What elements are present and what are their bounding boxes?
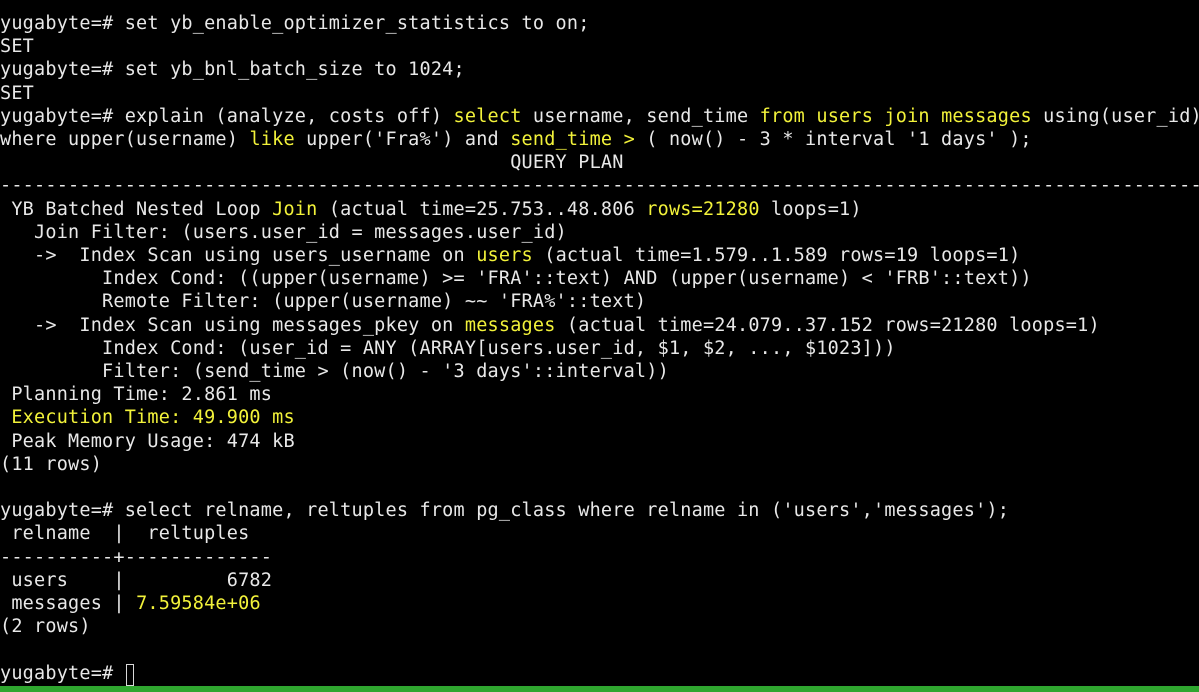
terminal-line: yugabyte=# set yb_enable_optimizer_stati… bbox=[0, 12, 590, 35]
terminal-text: SET bbox=[0, 82, 35, 104]
terminal-text: (actual time=25.753..48.806 bbox=[317, 198, 647, 220]
terminal-line: YB Batched Nested Loop Join (actual time… bbox=[0, 198, 862, 221]
terminal-text: loops=1) bbox=[759, 198, 862, 220]
terminal-text: -> Index Scan using users_username on bbox=[0, 245, 477, 266]
terminal-text: relname | reltuples bbox=[0, 523, 250, 545]
highlighted-text: users bbox=[476, 245, 533, 266]
terminal-text: where upper(username) bbox=[0, 129, 250, 150]
terminal-line: SET bbox=[0, 82, 34, 105]
terminal-line: ----------+------------- bbox=[0, 546, 272, 569]
terminal-text: (actual time=1.579..1.589 rows=19 loops=… bbox=[532, 245, 1021, 266]
terminal-text: upper('Fra%') and bbox=[294, 129, 511, 150]
terminal-text: SET bbox=[0, 36, 35, 58]
terminal-line: -> Index Scan using messages_pkey on mes… bbox=[0, 314, 1100, 337]
terminal-line: Peak Memory Usage: 474 kB bbox=[0, 430, 295, 453]
highlighted-text: select bbox=[453, 105, 522, 127]
terminal-line: (2 rows) bbox=[0, 615, 91, 638]
terminal-text: -> Index Scan using messages_pkey on bbox=[0, 314, 465, 336]
terminal-window[interactable]: yugabyte=# set yb_enable_optimizer_stati… bbox=[0, 0, 1199, 692]
terminal-line: ----------------------------------------… bbox=[0, 174, 1199, 197]
terminal-text: messages | bbox=[0, 593, 137, 614]
highlighted-text: Execution Time: 49.900 ms bbox=[0, 407, 295, 429]
terminal-text: Peak Memory Usage: 474 kB bbox=[0, 430, 295, 452]
highlighted-text: from users join messages bbox=[759, 105, 1032, 127]
terminal-text: yugabyte=# set yb_enable_optimizer_stati… bbox=[0, 13, 590, 34]
terminal-line: yugabyte=# set yb_bnl_batch_size to 1024… bbox=[0, 58, 465, 81]
terminal-line: Execution Time: 49.900 ms bbox=[0, 406, 295, 429]
terminal-text: YB Batched Nested Loop bbox=[0, 198, 273, 220]
highlighted-text: 7.59584e+06 bbox=[136, 593, 261, 614]
highlighted-text: Join bbox=[272, 198, 318, 220]
terminal-line: -> Index Scan using users_username on us… bbox=[0, 244, 1020, 267]
terminal-text: yugabyte=# select relname, reltuples fro… bbox=[0, 500, 1010, 522]
highlighted-text: rows=21280 bbox=[646, 198, 760, 220]
terminal-text: QUERY PLAN bbox=[0, 152, 624, 174]
terminal-text: users | 6782 bbox=[0, 569, 273, 591]
terminal-line: messages | 7.59584e+06 bbox=[0, 592, 261, 615]
terminal-text: (2 rows) bbox=[0, 616, 91, 638]
terminal-line: users | 6782 bbox=[0, 569, 272, 592]
terminal-line: where upper(username) like upper('Fra%')… bbox=[0, 128, 1032, 151]
terminal-text: Filter: (send_time > (now() - '3 days'::… bbox=[0, 361, 669, 382]
terminal-text: yugabyte=# bbox=[0, 662, 125, 684]
terminal-text: Index Cond: ((upper(username) >= 'FRA'::… bbox=[0, 268, 1032, 290]
terminal-text: Join Filter: (users.user_id = messages.u… bbox=[0, 221, 567, 243]
terminal-text: yugabyte=# explain (analyze, costs off) bbox=[0, 105, 454, 127]
terminal-line: yugabyte=# select relname, reltuples fro… bbox=[0, 499, 1009, 522]
highlighted-text: messages bbox=[464, 314, 556, 336]
status-bar bbox=[0, 686, 1199, 692]
terminal-text: ----------------------------------------… bbox=[0, 175, 1199, 197]
terminal-text: using(user_id) bbox=[1031, 105, 1199, 127]
highlighted-text: send_time > bbox=[510, 129, 635, 150]
terminal-text: ----------+------------- bbox=[0, 546, 273, 568]
terminal-line: Join Filter: (users.user_id = messages.u… bbox=[0, 221, 567, 244]
terminal-text: Planning Time: 2.861 ms bbox=[0, 384, 273, 406]
terminal-line: Remote Filter: (upper(username) ~~ 'FRA%… bbox=[0, 290, 646, 313]
highlighted-text: like bbox=[249, 129, 295, 150]
terminal-text: (11 rows) bbox=[0, 453, 103, 475]
terminal-text: Index Cond: (user_id = ANY (ARRAY[users.… bbox=[0, 337, 896, 359]
terminal-line: (11 rows) bbox=[0, 453, 102, 476]
terminal-line: Planning Time: 2.861 ms bbox=[0, 383, 272, 406]
terminal-line: QUERY PLAN bbox=[0, 151, 624, 174]
terminal-line: Filter: (send_time > (now() - '3 days'::… bbox=[0, 360, 669, 383]
terminal-text: Remote Filter: (upper(username) ~~ 'FRA%… bbox=[0, 291, 647, 313]
terminal-line: SET bbox=[0, 35, 34, 58]
terminal-text: ( now() - 3 * interval '1 days' ); bbox=[634, 129, 1032, 150]
terminal-line: yugabyte=# bbox=[0, 662, 125, 685]
terminal-line: Index Cond: (user_id = ANY (ARRAY[users.… bbox=[0, 337, 896, 360]
terminal-line: relname | reltuples bbox=[0, 522, 249, 545]
terminal-text: username, send_time bbox=[521, 105, 760, 127]
terminal-text: yugabyte=# set yb_bnl_batch_size to 1024… bbox=[0, 59, 465, 81]
terminal-line: Index Cond: ((upper(username) >= 'FRA'::… bbox=[0, 267, 1032, 290]
terminal-text: (actual time=24.079..37.152 rows=21280 l… bbox=[555, 314, 1100, 336]
terminal-line: yugabyte=# explain (analyze, costs off) … bbox=[0, 105, 1199, 128]
text-cursor bbox=[126, 664, 134, 686]
